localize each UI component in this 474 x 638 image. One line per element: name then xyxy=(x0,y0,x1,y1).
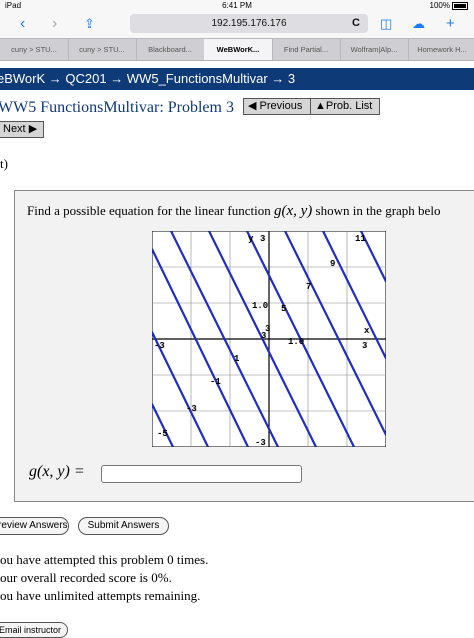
up-arrow-icon: ▲ xyxy=(315,100,326,112)
contour-label: -1 xyxy=(210,377,221,387)
cloud-icon[interactable]: ☁ xyxy=(412,14,425,34)
contour-label: -5 xyxy=(157,429,168,439)
problem-text-end: shown in the graph belo xyxy=(315,203,441,218)
prob-list-label: Prob. List xyxy=(325,100,373,112)
left-arrow-icon: ◀ xyxy=(248,100,260,112)
remaining-info: ou have unlimited attempts remaining. xyxy=(0,588,201,603)
contour-label: 7 xyxy=(306,282,311,292)
x-tick-label: 1.0 xyxy=(288,337,304,347)
function-name: g(x, y) xyxy=(273,203,313,219)
answer-label: g(x, y) = xyxy=(29,463,85,480)
answer-input[interactable] xyxy=(101,465,302,483)
status-bar: iPad 6:41 PM 100% xyxy=(0,0,474,11)
url-text: 192.195.176.176 xyxy=(211,18,287,29)
tab-bar: cuny > STU... cuny > STU... Blackboard..… xyxy=(0,38,474,61)
contour-label: -3 xyxy=(186,404,197,414)
right-arrow-icon: ▶ xyxy=(28,123,38,135)
x-axis-label: x xyxy=(364,326,370,336)
next-label: Next xyxy=(3,123,26,135)
preview-answers-button[interactable]: Preview Answers xyxy=(0,517,69,535)
battery-icon xyxy=(452,1,468,10)
page-title: WW5 FunctionsMultivar: Problem 3 xyxy=(0,99,234,116)
browser-tab[interactable]: cuny > STU... xyxy=(68,39,137,60)
browser-tab-active[interactable]: WeBWorK... xyxy=(204,39,273,60)
x-min-label: -3 xyxy=(154,341,165,351)
contour-label: 1 xyxy=(234,354,240,364)
contour-label: 3 xyxy=(265,324,270,334)
battery-percent: 100% xyxy=(429,1,450,10)
y-max-label: 3 xyxy=(260,234,265,244)
contour-label: 9 xyxy=(330,259,335,269)
problem-box: Find a possible equation for the linear … xyxy=(14,190,474,502)
previous-label: Previous xyxy=(259,100,303,112)
battery-status: 100% xyxy=(430,1,468,10)
browser-tab[interactable]: Homework H... xyxy=(408,39,474,60)
clock: 6:41 PM xyxy=(222,1,252,10)
contour-graph: y 3 x 3 -3 -3 1.0 1.0 3 -5 -3 -1 1 5 7 9… xyxy=(152,231,386,447)
browser-toolbar: ‹ › ⇪ 192.195.176.176 C ◫ ☁ + xyxy=(0,11,474,38)
y-axis-label: y xyxy=(248,234,254,244)
breadcrumb: eBWorK → QC201 → WW5_FunctionsMultivar →… xyxy=(0,68,474,90)
browser-tab[interactable]: Blackboard... xyxy=(136,39,205,60)
submit-answers-button[interactable]: Submit Answers xyxy=(78,517,169,535)
contour-label: 5 xyxy=(281,304,286,314)
next-button[interactable]: Next ▶ xyxy=(0,121,44,138)
browser-tab[interactable]: cuny > STU... xyxy=(0,39,69,60)
address-bar[interactable]: 192.195.176.176 C xyxy=(130,14,368,33)
x-max-label: 3 xyxy=(362,341,367,351)
previous-button[interactable]: ◀ Previous xyxy=(243,98,311,115)
prob-list-button[interactable]: ▲Prob. List xyxy=(310,98,380,115)
problem-statement: Find a possible equation for the linear … xyxy=(27,203,440,220)
contour-label: 11 xyxy=(355,234,366,244)
breadcrumb-text[interactable]: eBWorK → QC201 → WW5_FunctionsMultivar →… xyxy=(0,71,295,86)
share-icon[interactable]: ⇪ xyxy=(84,14,95,34)
y-min-label: -3 xyxy=(255,438,266,447)
score-info: our overall recorded score is 0%. xyxy=(0,570,172,585)
browser-tab[interactable]: Find Partial... xyxy=(272,39,341,60)
forward-icon[interactable]: › xyxy=(52,14,57,34)
part-label: t) xyxy=(0,156,8,171)
reload-icon[interactable]: C xyxy=(352,14,360,33)
browser-tab[interactable]: Wolfram|Alp... xyxy=(340,39,409,60)
email-instructor-button[interactable]: Email instructor xyxy=(0,622,68,638)
attempts-info: ou have attempted this problem 0 times. xyxy=(0,552,209,567)
new-tab-icon[interactable]: + xyxy=(446,14,455,34)
back-icon[interactable]: ‹ xyxy=(20,14,25,34)
bookmarks-icon[interactable]: ◫ xyxy=(380,14,392,34)
problem-text: Find a possible equation for the linear … xyxy=(27,203,271,218)
y-tick-label: 1.0 xyxy=(252,301,268,311)
